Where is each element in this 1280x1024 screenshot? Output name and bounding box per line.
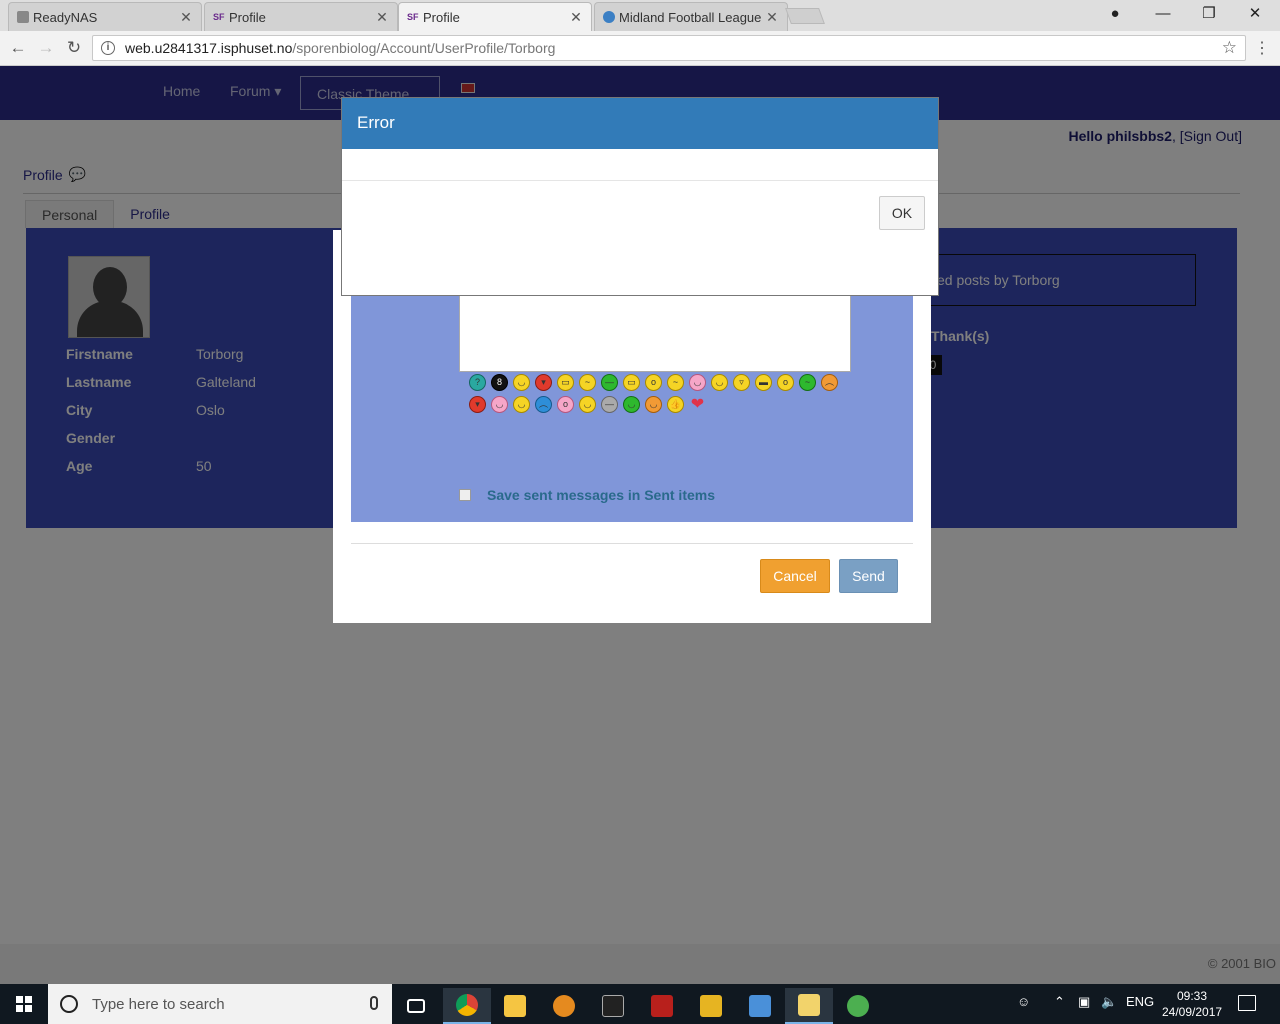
microphone-icon[interactable] <box>370 996 378 1010</box>
ok-button[interactable]: OK <box>879 196 925 230</box>
grin-smiley-icon[interactable]: ▭ <box>557 374 574 391</box>
sad-smiley-icon[interactable]: ︵ <box>821 374 838 391</box>
search-placeholder: Type here to search <box>92 995 225 1013</box>
command-prompt-icon[interactable] <box>589 988 637 1024</box>
error-dialog-divider <box>342 180 938 181</box>
cool-smiley-icon[interactable]: ▬ <box>755 374 772 391</box>
save-sent-label: Save sent messages in Sent items <box>487 487 715 503</box>
sick-smiley-icon[interactable]: — <box>601 374 618 391</box>
save-sent-row: Save sent messages in Sent items <box>459 487 715 503</box>
browser-menu-icon[interactable]: ⋮ <box>1254 38 1270 58</box>
save-sent-checkbox[interactable] <box>459 489 471 501</box>
info-icon[interactable]: i <box>101 41 115 55</box>
browser-toolbar: ← → ↻ i web.u2841317.isphuset.no /sporen… <box>0 31 1280 66</box>
tab-label: Profile <box>423 9 460 25</box>
windows-start-button[interactable] <box>0 984 48 1024</box>
url-host: web.u2841317.isphuset.no <box>125 40 293 56</box>
nauseous-smiley-icon[interactable]: ~ <box>799 374 816 391</box>
clock-date: 24/09/2017 <box>1162 1005 1223 1019</box>
angry-smiley-icon[interactable]: ▾ <box>535 374 552 391</box>
gasp-smiley-icon[interactable]: o <box>557 396 574 413</box>
app-orange-icon[interactable] <box>540 988 588 1024</box>
task-view-icon[interactable] <box>392 988 440 1024</box>
profile-icon[interactable]: ● <box>1092 0 1138 30</box>
send-button[interactable]: Send <box>839 559 898 593</box>
browser-tab-strip: ReadyNAS ✕ SF Profile ✕ SF Profile ✕ Mid… <box>0 0 1280 31</box>
app-cheese-icon[interactable] <box>785 988 833 1024</box>
rolleyes-smiley-icon[interactable]: ◡ <box>579 396 596 413</box>
app-green-stack-icon[interactable] <box>834 988 882 1024</box>
volume-icon[interactable]: 🔈 <box>1101 994 1117 1010</box>
file-explorer-icon[interactable] <box>491 988 539 1024</box>
shocked-smiley-icon[interactable]: o <box>645 374 662 391</box>
smile-smiley-icon[interactable]: ◡ <box>513 374 530 391</box>
windows-taskbar: Type here to search ☺ ⌃ ▣ 🔈 ENG 09:33 24… <box>0 984 1280 1024</box>
neutral-smiley-icon[interactable]: — <box>601 396 618 413</box>
tab-label: Midland Football League <box>619 9 762 25</box>
forward-arrow-icon[interactable]: → <box>34 37 58 61</box>
tongue-smiley-icon[interactable]: ◡ <box>513 396 530 413</box>
back-arrow-icon[interactable]: ← <box>6 37 30 61</box>
readynas-favicon-icon <box>17 11 29 23</box>
minimize-icon[interactable]: — <box>1140 0 1186 30</box>
address-bar[interactable]: i web.u2841317.isphuset.no /sporenbiolog… <box>92 35 1246 61</box>
error-dialog: Error OK <box>341 97 939 296</box>
sf-favicon-icon: SF <box>407 12 419 22</box>
devil-smiley-icon[interactable]: ▾ <box>469 396 486 413</box>
sf-favicon-icon: SF <box>213 12 225 22</box>
app-computer-icon[interactable] <box>736 988 784 1024</box>
action-center-icon[interactable] <box>1238 995 1256 1011</box>
bookmark-star-icon[interactable]: ☆ <box>1222 38 1237 58</box>
language-indicator[interactable]: ENG <box>1126 994 1154 1009</box>
thumbs-up-smiley-icon[interactable]: 👍 <box>667 396 684 413</box>
url-path: /sporenbiolog/Account/UserProfile/Torbor… <box>292 40 556 56</box>
cry-smiley-icon[interactable]: ︵ <box>535 396 552 413</box>
browser-tab-profile-active[interactable]: SF Profile ✕ <box>398 2 592 31</box>
alien-smiley-icon[interactable]: ◡ <box>623 396 640 413</box>
sleepy-smiley-icon[interactable]: ~ <box>579 374 596 391</box>
filezilla-icon[interactable] <box>638 988 686 1024</box>
taskbar-search-box[interactable]: Type here to search <box>48 984 392 1024</box>
tab-label: ReadyNAS <box>33 9 98 25</box>
question-smiley-icon[interactable]: ? <box>469 374 486 391</box>
people-icon[interactable]: ☺ <box>1017 994 1030 1009</box>
blush-smiley-icon[interactable]: ◡ <box>689 374 706 391</box>
eightball-smiley-icon[interactable]: 8 <box>491 374 508 391</box>
smiley-picker: ? 8 ◡ ▾ ▭ ~ — ▭ o ~ ◡ ◡ ▿ ▬ o ~ ︵ ▾ ◡ ◡ … <box>469 374 849 413</box>
teeth-smiley-icon[interactable]: ▭ <box>623 374 640 391</box>
cortana-icon <box>60 995 78 1013</box>
happy-smiley-icon[interactable]: ◡ <box>645 396 662 413</box>
network-icon[interactable]: ▣ <box>1078 994 1090 1010</box>
new-tab-button[interactable] <box>785 8 825 24</box>
reload-icon[interactable]: ↻ <box>62 37 86 61</box>
app-yellow-icon[interactable] <box>687 988 735 1024</box>
dialog-footer-divider <box>351 543 913 544</box>
close-tab-icon[interactable]: ✕ <box>375 9 389 26</box>
taskbar-clock[interactable]: 09:33 24/09/2017 <box>1162 988 1222 1020</box>
close-window-icon[interactable]: ✕ <box>1232 0 1278 30</box>
confused-smiley-icon[interactable]: ~ <box>667 374 684 391</box>
browser-tab-profile[interactable]: SF Profile ✕ <box>204 2 398 31</box>
laugh-smiley-icon[interactable]: ▿ <box>733 374 750 391</box>
show-hidden-icons-icon[interactable]: ⌃ <box>1054 994 1065 1010</box>
wink-smiley-icon[interactable]: ◡ <box>711 374 728 391</box>
error-dialog-header: Error <box>342 98 938 149</box>
surprised-smiley-icon[interactable]: o <box>777 374 794 391</box>
kiss-smiley-icon[interactable]: ◡ <box>491 396 508 413</box>
clock-time: 09:33 <box>1176 989 1208 1003</box>
globe-favicon-icon <box>603 11 615 23</box>
heart-icon[interactable]: ❤ <box>689 396 706 413</box>
tab-label: Profile <box>229 9 266 25</box>
chrome-icon[interactable] <box>443 988 491 1024</box>
browser-tab-midland[interactable]: Midland Football League ✕ <box>594 2 788 31</box>
windows-logo-icon <box>16 996 32 1012</box>
close-tab-icon[interactable]: ✕ <box>179 9 193 26</box>
error-dialog-title: Error <box>357 113 395 132</box>
close-tab-icon[interactable]: ✕ <box>765 9 779 26</box>
cancel-button[interactable]: Cancel <box>760 559 830 593</box>
close-tab-icon[interactable]: ✕ <box>569 9 583 26</box>
restore-icon[interactable]: ❐ <box>1186 0 1232 30</box>
browser-tab-readynas[interactable]: ReadyNAS ✕ <box>8 2 202 31</box>
